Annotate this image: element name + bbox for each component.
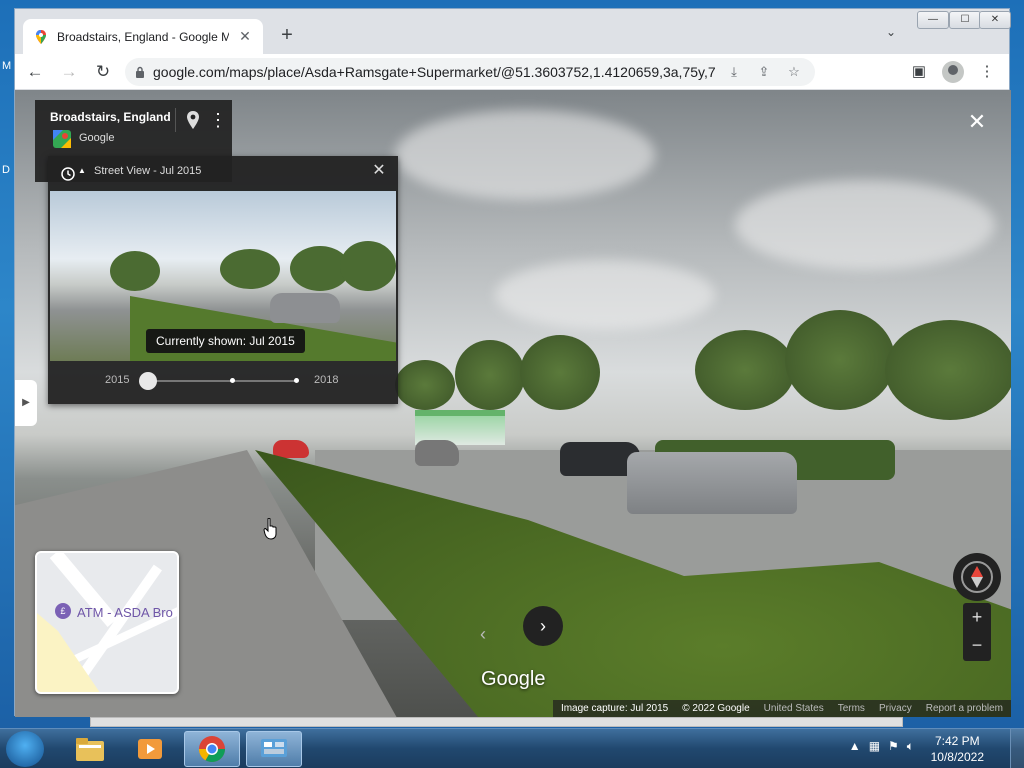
maximize-button[interactable]: ☐ xyxy=(949,11,981,29)
desktop-edge-label: D xyxy=(2,164,10,176)
address-bar[interactable]: google.com/maps/place/Asda+Ramsgate+Supe… xyxy=(125,57,815,86)
volume-icon[interactable]: 🔈︎ xyxy=(907,739,914,754)
chrome-taskbar-icon[interactable] xyxy=(184,731,240,767)
currently-shown-tooltip: Currently shown: Jul 2015 xyxy=(146,329,305,353)
horizontal-scrollbar[interactable] xyxy=(90,717,903,727)
taskbar: ▲ ▦ ⚑ 🔈︎ 7:42 PM 10/8/2022 xyxy=(0,728,1024,768)
close-time-panel-icon[interactable]: ✕ xyxy=(370,162,388,180)
zoom-control: + − xyxy=(963,603,991,661)
compass-icon[interactable] xyxy=(953,553,1001,601)
car xyxy=(627,452,797,514)
bookmark-star-icon[interactable]: ☆ xyxy=(783,64,805,80)
copyright-text: © 2022 Google xyxy=(682,703,750,714)
minimap[interactable]: £ ATM - ASDA Bro xyxy=(35,551,179,694)
show-hidden-icons-icon[interactable]: ▲ xyxy=(849,739,861,754)
history-clock-icon[interactable] xyxy=(60,166,76,182)
lock-icon xyxy=(136,66,144,78)
location-pin-icon[interactable] xyxy=(185,110,201,130)
control-panel-taskbar-icon[interactable] xyxy=(246,731,302,767)
side-panel-icon[interactable]: ▣ xyxy=(905,58,933,86)
forward-arrow-icon[interactable]: → xyxy=(55,58,83,86)
reload-icon[interactable]: ↻ xyxy=(89,58,117,86)
tab-strip: Broadstairs, England - Google Maps ✕ + ⌄… xyxy=(15,9,1011,54)
cloud xyxy=(735,180,995,270)
car xyxy=(273,440,309,458)
street-view-footer: Image capture: Jul 2015 © 2022 Google Un… xyxy=(552,700,1011,717)
privacy-link[interactable]: Privacy xyxy=(879,703,912,714)
browser-window: Broadstairs, England - Google Maps ✕ + ⌄… xyxy=(14,8,1011,717)
system-tray: ▲ ▦ ⚑ 🔈︎ xyxy=(849,739,914,754)
action-center-flag-icon[interactable]: ⚑ xyxy=(888,739,899,754)
slider-track[interactable] xyxy=(148,380,298,382)
media-player-taskbar-icon[interactable] xyxy=(122,731,178,767)
previous-arrow-icon[interactable]: ‹ xyxy=(469,620,497,648)
start-button[interactable] xyxy=(6,731,44,767)
profile-avatar-icon[interactable] xyxy=(942,61,964,83)
slider-handle[interactable] xyxy=(139,372,157,390)
google-maps-pin-icon xyxy=(36,29,46,44)
slider-tick[interactable] xyxy=(294,378,299,383)
image-capture-date: Image capture: Jul 2015 xyxy=(560,703,669,714)
time-travel-panel: ▲ Street View - Jul 2015 ✕ Currently sho… xyxy=(48,156,398,404)
zoom-in-button[interactable]: + xyxy=(963,603,991,631)
new-tab-button[interactable]: + xyxy=(275,23,299,47)
minimap-label[interactable]: ATM - ASDA Bro xyxy=(77,605,173,620)
report-problem-link[interactable]: Report a problem xyxy=(926,703,1003,714)
clock-date: 10/8/2022 xyxy=(930,750,984,764)
cloud xyxy=(495,260,715,330)
share-icon[interactable]: ⇪ xyxy=(753,64,775,80)
atm-marker-icon[interactable]: £ xyxy=(55,603,71,619)
region-link[interactable]: United States xyxy=(764,703,824,714)
tab-google-maps[interactable]: Broadstairs, England - Google Maps ✕ xyxy=(23,19,263,54)
divider xyxy=(175,108,176,132)
car xyxy=(415,440,459,466)
date-slider[interactable]: 2015 2018 xyxy=(48,366,398,396)
desktop-edge-label: M xyxy=(2,60,12,72)
hand-cursor-icon xyxy=(263,518,277,540)
time-panel-title: Street View - Jul 2015 xyxy=(94,165,202,177)
minimize-button[interactable]: — xyxy=(917,11,949,29)
file-explorer-taskbar-icon[interactable] xyxy=(62,731,118,767)
slider-start-year: 2015 xyxy=(105,374,130,386)
back-arrow-icon[interactable]: ← xyxy=(21,58,49,86)
install-app-icon[interactable]: ⤓ xyxy=(723,64,745,80)
image-source: Google xyxy=(79,132,115,144)
browser-menu-icon[interactable]: ⋮ xyxy=(973,58,1001,86)
tab-title: Broadstairs, England - Google Maps xyxy=(57,29,229,44)
expand-side-panel-button[interactable]: ▶ xyxy=(15,380,37,426)
historical-preview-image[interactable]: Currently shown: Jul 2015 xyxy=(50,191,396,361)
clock-time: 7:42 PM xyxy=(934,734,980,748)
taskbar-clock[interactable]: 7:42 PM 10/8/2022 xyxy=(931,733,984,765)
caret-up-icon[interactable]: ▲ xyxy=(78,166,86,175)
slider-tick[interactable] xyxy=(230,378,235,383)
browser-toolbar: ← → ↻ google.com/maps/place/Asda+Ramsgat… xyxy=(15,54,1009,90)
cloud xyxy=(395,110,655,200)
slider-end-year: 2018 xyxy=(314,374,339,386)
network-icon[interactable]: ▦ xyxy=(869,739,880,754)
exit-street-view-icon[interactable]: ✕ xyxy=(965,110,989,134)
google-logo: Google xyxy=(481,668,546,690)
tab-close-icon[interactable]: ✕ xyxy=(237,28,253,45)
google-maps-logo-icon xyxy=(53,130,71,148)
zoom-out-button[interactable]: − xyxy=(963,631,991,659)
street-view-panorama[interactable]: Broadstairs, England Google ⋮ ▲ Street V… xyxy=(15,90,1011,717)
tab-search-chevron-icon[interactable]: ⌄ xyxy=(881,25,901,45)
terms-link[interactable]: Terms xyxy=(838,703,865,714)
url-text: google.com/maps/place/Asda+Ramsgate+Supe… xyxy=(153,63,715,80)
show-desktop-button[interactable] xyxy=(1010,729,1024,768)
close-window-button[interactable]: ✕ xyxy=(979,11,1011,29)
more-options-icon[interactable]: ⋮ xyxy=(209,108,227,132)
place-title: Broadstairs, England xyxy=(50,110,171,124)
next-arrow-icon[interactable]: › xyxy=(523,606,563,646)
